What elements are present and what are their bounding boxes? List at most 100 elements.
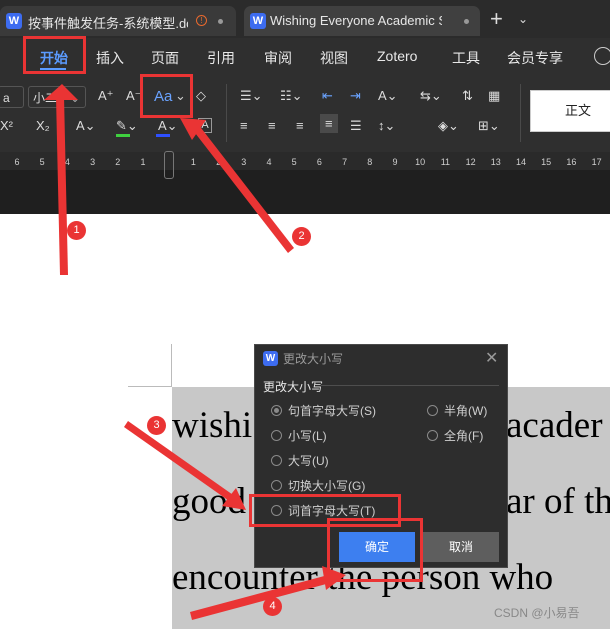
radio-full-width[interactable] xyxy=(427,430,438,441)
margin-mark xyxy=(128,386,172,387)
separator xyxy=(226,84,227,142)
ruler-tick: 2 xyxy=(115,157,121,167)
highlight-icon[interactable]: ✎⌄ xyxy=(116,118,138,134)
cancel-button[interactable]: 取消 xyxy=(423,532,499,562)
option-uppercase[interactable]: 大写(U) xyxy=(288,452,329,469)
radio-uppercase[interactable] xyxy=(271,455,282,466)
show-marks-icon[interactable]: ▦ xyxy=(488,88,500,104)
ruler-tick: 17 xyxy=(591,157,602,167)
close-tab-icon[interactable] xyxy=(464,19,469,24)
separator xyxy=(520,84,521,142)
ruler-tick: 2 xyxy=(216,157,222,167)
distribute-icon[interactable]: ☰ xyxy=(350,118,362,134)
menu-references[interactable]: 引用 xyxy=(207,48,235,68)
unsaved-icon: ! xyxy=(196,15,207,26)
decrease-indent-icon[interactable]: ⇤ xyxy=(322,88,333,104)
radio-lowercase[interactable] xyxy=(271,430,282,441)
ruler-tick: 16 xyxy=(566,157,577,167)
annotation-badge-1: 1 xyxy=(67,221,86,240)
menu-zotero[interactable]: Zotero xyxy=(377,48,417,64)
ruler-tick: 5 xyxy=(39,157,45,167)
superscript-button[interactable]: X² xyxy=(0,118,13,133)
menu-member[interactable]: 会员专享 xyxy=(507,48,563,68)
radio-toggle-case[interactable] xyxy=(271,480,282,491)
menu-view[interactable]: 视图 xyxy=(320,48,348,68)
text-effect-icon[interactable]: A⌄ xyxy=(378,88,398,104)
tab-title: 按事件触发任务-系统模型.doc xyxy=(28,16,188,31)
align-left-icon[interactable]: ≡ xyxy=(240,118,248,133)
wps-writer-icon: W xyxy=(263,351,278,366)
font-name-value: a xyxy=(3,91,10,105)
ruler-tick: 8 xyxy=(367,157,373,167)
character-border-icon[interactable]: A xyxy=(198,118,212,133)
annotation-box-change-case xyxy=(140,74,193,118)
tab-document-1[interactable]: W 按事件触发任务-系统模型.doc ! xyxy=(0,6,236,36)
dialog-title: 更改大小写 xyxy=(283,352,344,366)
justify-icon[interactable]: ≡ xyxy=(320,114,338,133)
style-normal[interactable]: 正文 xyxy=(530,90,610,132)
increase-indent-icon[interactable]: ⇥ xyxy=(350,88,361,104)
menu-review[interactable]: 审阅 xyxy=(264,48,292,68)
align-right-icon[interactable]: ≡ xyxy=(296,118,304,133)
watermark: CSDN @小易吾 xyxy=(494,606,580,620)
ruler-tick: 4 xyxy=(266,157,272,167)
font-size-value: 小二 xyxy=(33,91,58,105)
menu-tools[interactable]: 工具 xyxy=(452,48,480,68)
grow-font-button[interactable]: A⁺ xyxy=(98,88,114,104)
font-color-bar xyxy=(156,134,170,137)
close-tab-icon[interactable] xyxy=(218,19,223,24)
sort-icon[interactable]: ⇅ xyxy=(462,88,473,104)
borders-icon[interactable]: ⊞⌄ xyxy=(478,118,500,134)
bullet-list-icon[interactable]: ☰⌄ xyxy=(240,88,263,104)
ruler-tick: 4 xyxy=(64,157,70,167)
numbered-list-icon[interactable]: ☷⌄ xyxy=(280,88,303,104)
annotation-badge-3: 3 xyxy=(147,416,166,435)
clear-format-icon[interactable]: ◇ xyxy=(196,88,206,104)
new-tab-icon[interactable]: + xyxy=(490,8,503,30)
text-direction-icon[interactable]: ⇆⌄ xyxy=(420,88,442,104)
style-normal-label: 正文 xyxy=(565,103,592,118)
annotation-badge-4: 4 xyxy=(263,597,282,616)
option-sentence-case[interactable]: 句首字母大写(S) xyxy=(288,402,376,419)
radio-sentence-case[interactable] xyxy=(271,405,282,416)
option-lowercase[interactable]: 小写(L) xyxy=(288,427,327,444)
ruler-tick: 9 xyxy=(392,157,398,167)
font-color-icon[interactable]: A⌄ xyxy=(158,118,178,134)
ruler-tick: 3 xyxy=(90,157,96,167)
option-half-width[interactable]: 半角(W) xyxy=(444,402,487,419)
margin-mark xyxy=(171,344,172,386)
font-size-select[interactable]: 小二 ⌄ xyxy=(28,86,86,108)
ruler-tick: 6 xyxy=(14,157,20,167)
option-full-width[interactable]: 全角(F) xyxy=(444,427,483,444)
document-line-2-right: ar of th xyxy=(506,481,610,522)
wps-writer-icon: W xyxy=(6,13,22,29)
indent-marker[interactable] xyxy=(164,151,174,179)
menu-page[interactable]: 页面 xyxy=(151,48,179,68)
ruler-tick: 14 xyxy=(515,157,526,167)
document-line-1-right: acader xyxy=(506,405,603,446)
option-toggle-case[interactable]: 切换大小写(G) xyxy=(288,477,365,494)
tab-title: Wishing Everyone Academic Success xyxy=(270,13,442,28)
highlight-color-bar xyxy=(116,134,130,137)
menu-bar: ‹ 开始 插入 页面 引用 审阅 视图 Zotero 工具 会员专享 xyxy=(0,38,610,74)
tab-document-2[interactable]: W Wishing Everyone Academic Success xyxy=(244,6,480,36)
close-icon[interactable]: ✕ xyxy=(485,348,498,368)
radio-half-width[interactable] xyxy=(427,405,438,416)
ribbon-toolbar: a 小二 ⌄ A⁺ A⁻ Aa ⌄ ◇ ☰⌄ ☷⌄ ⇤ ⇥ A⌄ ⇆⌄ ⇅ ▦ … xyxy=(0,74,610,152)
ruler-tick: 12 xyxy=(465,157,476,167)
chevron-down-icon[interactable]: ⌄ xyxy=(518,12,528,26)
group-label: 更改大小写 xyxy=(263,380,324,394)
subscript-button[interactable]: X₂ xyxy=(36,118,50,133)
font-name-select[interactable]: a xyxy=(0,86,24,108)
line-spacing-icon[interactable]: ↕⌄ xyxy=(378,118,395,134)
search-icon[interactable] xyxy=(594,47,610,65)
tab-bar: W 按事件触发任务-系统模型.doc ! W Wishing Everyone … xyxy=(0,0,610,38)
shading-icon[interactable]: ◈⌄ xyxy=(438,118,459,134)
align-center-icon[interactable]: ≡ xyxy=(268,118,276,133)
chevron-down-icon: ⌄ xyxy=(69,91,80,105)
menu-insert[interactable]: 插入 xyxy=(96,48,124,68)
ruler-tick: 3 xyxy=(241,157,247,167)
document-line-1: wishi xyxy=(172,405,253,446)
document-line-2: good xyxy=(172,481,246,522)
text-effect-outline-icon[interactable]: A⌄ xyxy=(76,118,96,134)
